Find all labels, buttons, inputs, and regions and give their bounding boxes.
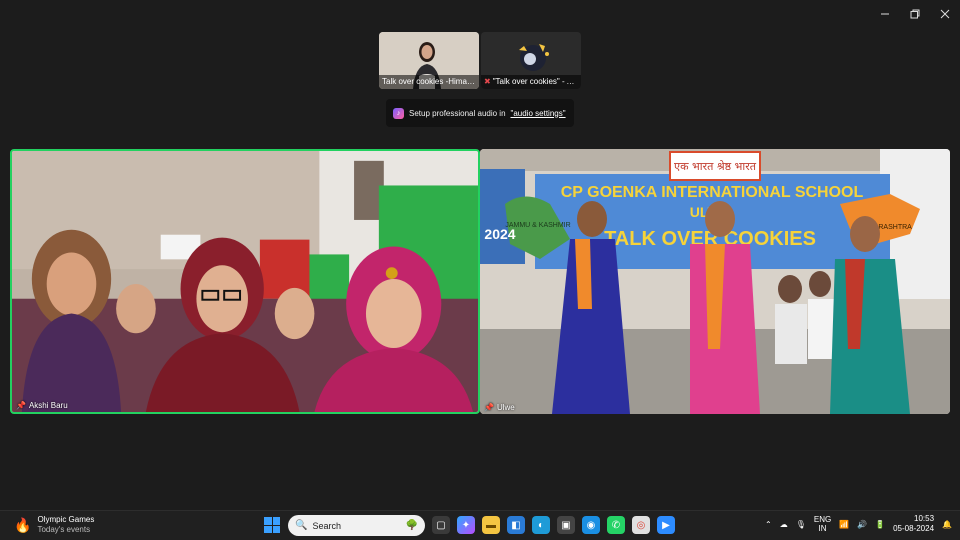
copilot-icon[interactable]: ✦ [457,516,475,534]
pin-icon: 📌 [484,403,494,412]
widgets-title: Olympic Games [37,515,95,524]
widgets-text: Olympic Games Today's events [37,515,94,535]
clock[interactable]: 10:53 05-08-2024 [893,514,934,534]
participant-name-tag: 📌 Ulwe [484,403,515,412]
language-region: IN [818,524,827,533]
search-icon: 🔍 [295,520,308,531]
whatsapp-icon[interactable]: ✆ [607,516,625,534]
cloud-icon[interactable]: ☁ [780,520,788,529]
battery-icon[interactable]: 🔋 [875,520,885,529]
muted-mic-icon: ✖ [484,77,491,86]
widget-app-icon[interactable]: ◧ [507,516,525,534]
start-button[interactable] [264,517,280,533]
participant-name: Akshi Baru [28,401,68,410]
participant-name: "Talk over cookies" - A... [492,77,579,86]
widgets-button[interactable]: 🔥 Olympic Games Today's events [14,515,94,535]
meeting-window: Talk over cookies -Hima Ba... ✖ "Talk ove… [0,0,960,510]
video-tile[interactable]: एक भारत श्रेष्ठ भारत CP GOENKA INTERNATI… [480,149,950,414]
classroom-video [12,151,478,412]
audio-banner-text: Setup professional audio in [409,108,506,118]
search-box[interactable]: 🔍 Search 🌳 [288,515,425,536]
windows-logo-icon [264,517,272,525]
task-view-icon[interactable]: ▢ [432,516,450,534]
search-placeholder: Search [312,520,341,531]
participant-thumbnails: Talk over cookies -Hima Ba... ✖ "Talk ove… [379,32,581,89]
pin-icon: 📌 [16,401,26,410]
participant-thumbnail[interactable]: ✖ "Talk over cookies" - A... [481,32,581,89]
video-tile-active-speaker[interactable]: 📌 Akshi Baru [10,149,480,414]
chrome-icon[interactable]: ◎ [632,516,650,534]
window-controls [870,0,960,28]
banner-school-name: CP GOENKA INTERNATIONAL SCHOOL [561,184,864,201]
search-highlight-icon: 🌳 [405,520,418,531]
restore-icon[interactable] [900,0,930,28]
participant-name-row: ✖ "Talk over cookies" - A... [481,75,581,89]
audio-settings-link[interactable]: "audio settings" [511,109,566,118]
olympic-torch-icon: 🔥 [14,516,32,533]
participant-name-tag: 📌 Akshi Baru [16,401,68,410]
notification-bell-icon[interactable]: 🔔 [942,520,952,529]
edge-icon[interactable]: ◉ [582,516,600,534]
banner-top-sign: एक भारत श्रेष्ठ भारत [674,160,757,173]
audio-settings-banner: ♪ Setup professional audio in "audio set… [386,99,574,127]
close-icon[interactable] [930,0,960,28]
microsoft-store-icon[interactable]: ▣ [557,516,575,534]
banner-year: 2024 [484,226,515,242]
app-icon[interactable]: ◐ [532,516,550,534]
clock-date: 05-08-2024 [893,524,935,533]
microphone-icon[interactable]: 🎙 [796,520,806,529]
taskbar-pinned-apps: ▢ ✦ ▬ ◧ ◐ ▣ ◉ ✆ ◎ ▶ [432,516,675,534]
music-note-icon: ♪ [393,107,404,119]
language-code: ENG [813,515,832,524]
volume-icon[interactable]: 🔊 [857,520,867,529]
zoom-icon[interactable]: ▶ [657,516,675,534]
chevron-up-icon[interactable]: ⌃ [765,520,772,529]
participant-thumbnail[interactable]: Talk over cookies -Hima Ba... [379,32,479,89]
wifi-icon[interactable]: 📶 [839,520,849,529]
system-tray: ⌃ ☁ 🎙 ENG IN 📶 🔊 🔋 10:53 05-08-2024 🔔 [765,514,952,534]
widgets-subtitle: Today's events [37,525,91,534]
taskbar: 🔥 Olympic Games Today's events 🔍 Search … [0,510,960,540]
minimize-icon[interactable] [870,0,900,28]
language-indicator[interactable]: ENG IN [814,515,831,533]
stage-video: एक भारत श्रेष्ठ भारत CP GOENKA INTERNATI… [480,149,950,414]
clock-time: 10:53 [914,514,935,523]
participant-name: Talk over cookies -Hima Ba... [379,75,479,89]
participant-name: Ulwe [496,403,515,412]
file-explorer-icon[interactable]: ▬ [482,516,500,534]
